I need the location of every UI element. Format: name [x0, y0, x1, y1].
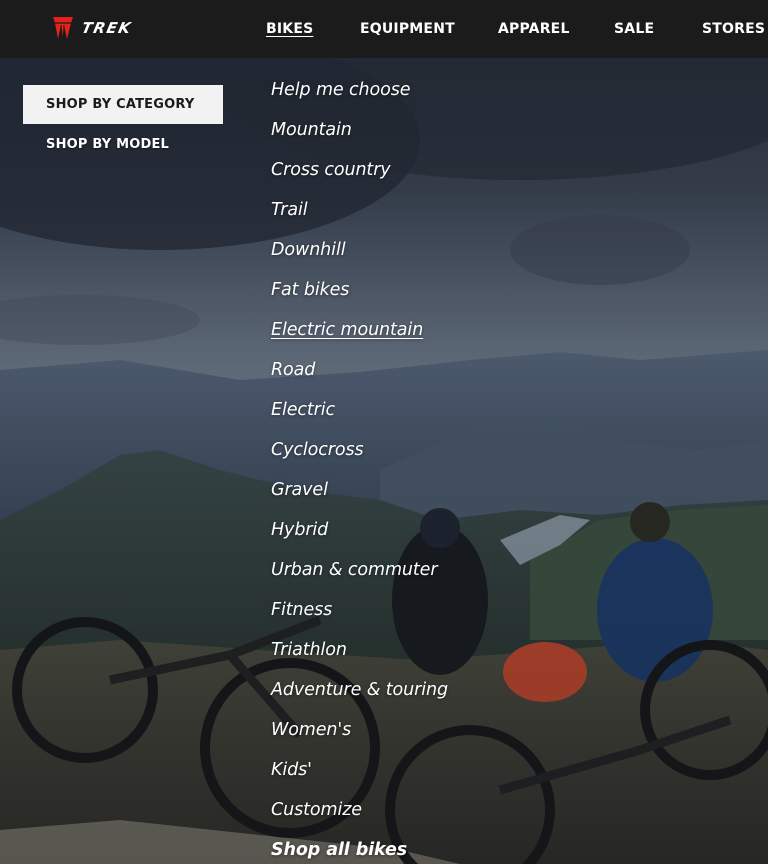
category-kids[interactable]: Kids' [271, 750, 448, 790]
category-cyclocross[interactable]: Cyclocross [271, 430, 448, 470]
category-electric-mountain[interactable]: Electric mountain [271, 310, 448, 350]
bike-category-list: Help me choose Mountain Cross country Tr… [271, 70, 448, 864]
category-fitness[interactable]: Fitness [271, 590, 448, 630]
category-shop-all-bikes[interactable]: Shop all bikes [271, 830, 448, 864]
category-fat-bikes[interactable]: Fat bikes [271, 270, 448, 310]
category-customize[interactable]: Customize [271, 790, 448, 830]
nav-apparel[interactable]: APPAREL [498, 19, 570, 39]
category-urban-commuter[interactable]: Urban & commuter [271, 550, 448, 590]
category-electric[interactable]: Electric [271, 390, 448, 430]
category-road[interactable]: Road [271, 350, 448, 390]
trek-logo-icon [53, 17, 73, 41]
tab-shop-by-category[interactable]: SHOP BY CATEGORY [23, 85, 223, 124]
category-triathlon[interactable]: Triathlon [271, 630, 448, 670]
category-adventure-touring[interactable]: Adventure & touring [271, 670, 448, 710]
category-mountain[interactable]: Mountain [271, 110, 448, 150]
category-gravel[interactable]: Gravel [271, 470, 448, 510]
trek-logo[interactable]: TREK [52, 14, 134, 42]
logo-wordmark: TREK [80, 19, 134, 37]
category-cross-country[interactable]: Cross country [271, 150, 448, 190]
nav-bikes[interactable]: BIKES [266, 19, 313, 39]
nav-equipment[interactable]: EQUIPMENT [360, 19, 455, 39]
bikes-menu-page: TREK BIKES EQUIPMENT APPAREL SALE STORES… [0, 0, 768, 864]
category-help-me-choose[interactable]: Help me choose [271, 70, 448, 110]
category-downhill[interactable]: Downhill [271, 230, 448, 270]
category-womens[interactable]: Women's [271, 710, 448, 750]
top-nav-bar: TREK BIKES EQUIPMENT APPAREL SALE STORES [0, 0, 768, 58]
category-trail[interactable]: Trail [271, 190, 448, 230]
category-hybrid[interactable]: Hybrid [271, 510, 448, 550]
tab-shop-by-model[interactable]: SHOP BY MODEL [23, 125, 223, 164]
nav-sale[interactable]: SALE [614, 19, 654, 39]
nav-stores[interactable]: STORES [702, 19, 765, 39]
